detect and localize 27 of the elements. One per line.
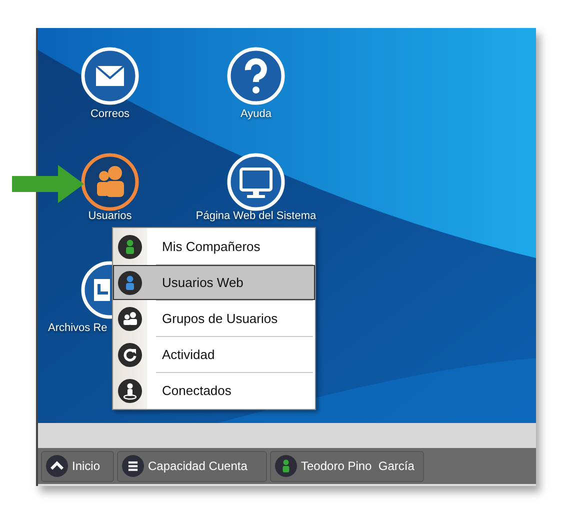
envelope-icon: [95, 65, 125, 86]
menu-item[interactable]: Mis Compañeros: [113, 229, 315, 264]
user-icon: [275, 455, 297, 477]
menu-item[interactable]: Actividad: [113, 337, 315, 372]
chevron-up-icon: [46, 455, 68, 477]
menu-item[interactable]: Conectados: [113, 373, 315, 408]
group-icon: [118, 306, 142, 330]
menu-icon: [122, 455, 144, 477]
user-icon: [118, 270, 142, 294]
taskbar-button[interactable]: Capacidad Cuenta: [117, 450, 267, 482]
refresh-icon: [118, 342, 142, 366]
menu-item[interactable]: Grupos de Usuarios: [113, 301, 315, 336]
icon-label: Página Web del Sistema: [196, 210, 316, 223]
question-mark-icon: [245, 58, 267, 94]
user-icon: [118, 234, 142, 258]
person-pin-icon: [118, 378, 142, 402]
icon-label: Correos: [90, 108, 130, 121]
arrow-drawing: [12, 165, 84, 203]
icon-label: Archivos Re: [48, 322, 108, 335]
document-icon: [94, 279, 110, 301]
icon-label: Ayuda: [240, 108, 272, 121]
menu-item[interactable]: Usuarios Web: [113, 265, 315, 300]
taskbar-button[interactable]: Teodoro Pino García: [270, 450, 424, 482]
monitor-icon: [240, 168, 272, 198]
users-icon: [97, 166, 124, 197]
taskbar-button[interactable]: Inicio: [41, 450, 114, 482]
icon-label: Usuarios: [88, 210, 132, 223]
